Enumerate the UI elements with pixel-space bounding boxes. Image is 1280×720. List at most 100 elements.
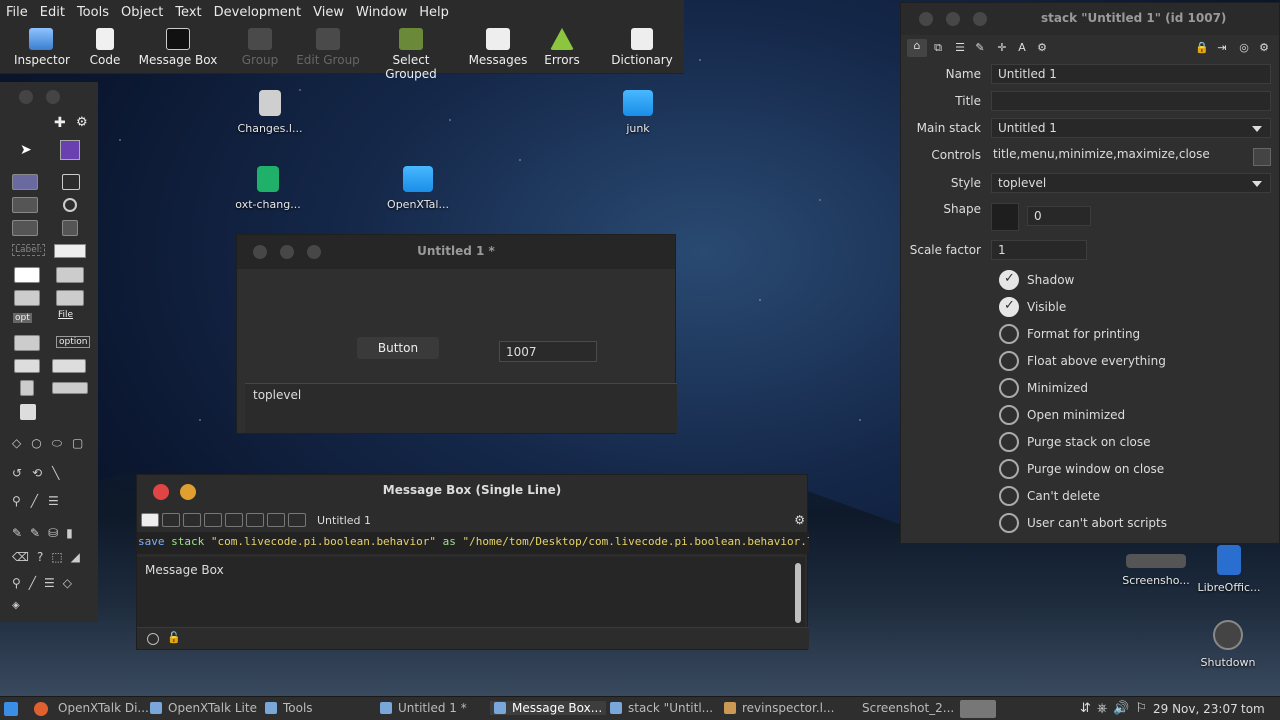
label-tool[interactable]: Label: (12, 244, 46, 256)
desktop-icon-oxt[interactable]: oxt-chang... (228, 166, 308, 211)
gear-icon[interactable]: ⚙ (794, 513, 805, 527)
checkbox-tool[interactable] (62, 174, 80, 190)
dictionary-button[interactable]: Dictionary (610, 28, 674, 67)
task-message-box[interactable]: Message Box... (490, 701, 607, 715)
target-icon[interactable] (147, 633, 159, 645)
tab-panel-tool[interactable] (14, 359, 40, 373)
home-icon[interactable]: ⌂ (907, 39, 927, 57)
menu-file[interactable]: File (0, 5, 34, 20)
code-button[interactable]: Code (88, 28, 122, 67)
edit-tool-icon[interactable] (60, 140, 80, 160)
command-input[interactable]: save stack "com.livecode.pi.boolean.beha… (137, 532, 809, 554)
global-properties-icon[interactable] (183, 513, 201, 527)
transparent-button-tool[interactable] (62, 220, 78, 236)
float-above-checkbox[interactable] (999, 351, 1019, 371)
erase-tools[interactable]: ⌫?⬚◢ (12, 550, 88, 564)
desktop-icon-junk[interactable]: junk (598, 90, 678, 135)
add-icon[interactable]: ✚ (54, 115, 66, 131)
group-button[interactable]: Group (240, 28, 280, 67)
cant-abort-checkbox[interactable] (999, 513, 1019, 533)
workspace-switcher[interactable] (960, 700, 996, 718)
shape-tools[interactable]: ◇○⬭▢ (12, 436, 93, 451)
palette-close-button[interactable] (19, 90, 33, 104)
scale-field[interactable]: 1 (991, 240, 1087, 260)
menu-window[interactable]: Window (350, 5, 413, 20)
slider-tool[interactable] (52, 382, 88, 394)
desktop-icon-screenshot[interactable]: Screensho... (1116, 548, 1196, 587)
palette-minimize-button[interactable] (46, 90, 60, 104)
minimize-button[interactable] (946, 12, 960, 26)
lock-icon[interactable]: 🔓 (167, 631, 181, 644)
layers-icon[interactable]: ☰ (953, 41, 967, 55)
message-output[interactable]: Message Box (137, 557, 805, 627)
file-menu-tool[interactable]: File (58, 310, 73, 320)
radio-tool[interactable] (63, 198, 77, 212)
combo-box-tool[interactable] (14, 335, 40, 351)
scrollbar-tool[interactable] (20, 380, 34, 396)
front-scripts-icon[interactable] (246, 513, 264, 527)
stack-button[interactable]: Button (357, 337, 439, 359)
shape-image-well[interactable] (991, 203, 1019, 231)
edit-group-button[interactable]: Edit Group (296, 28, 360, 67)
titlebar[interactable]: stack "Untitled 1" (id 1007) (901, 3, 1279, 35)
curve-tools[interactable]: ↺⟲╲ (12, 466, 69, 480)
cant-delete-checkbox[interactable] (999, 486, 1019, 506)
shadow-button-tool[interactable] (12, 220, 38, 236)
pointer-tool-icon[interactable]: ➤ (20, 142, 32, 158)
clock[interactable]: 29 Nov, 23:07 (1153, 702, 1238, 716)
multi-line-icon[interactable] (162, 513, 180, 527)
target-icon[interactable]: ◎ (1237, 41, 1251, 55)
pending-messages-icon[interactable] (225, 513, 243, 527)
option-menu-tool[interactable]: opt (13, 313, 32, 323)
menu-text[interactable]: Text (169, 5, 207, 20)
desktop-icon-libreoffice[interactable]: LibreOffic... (1189, 545, 1269, 594)
popup-option-tool[interactable]: option (56, 336, 91, 348)
rect-button-tool[interactable] (12, 197, 38, 213)
task-stack-untitled[interactable]: stack "Untitl... (610, 701, 713, 715)
gear-icon[interactable]: ⚙ (1257, 41, 1271, 55)
style-dropdown[interactable]: toplevel (991, 173, 1271, 193)
single-line-icon[interactable] (141, 513, 159, 527)
task-openxtalk-di[interactable]: OpenXTalk Di... (58, 701, 149, 715)
text-icon[interactable]: A (1015, 41, 1029, 55)
table-field-tool[interactable] (56, 267, 84, 283)
minimized-checkbox[interactable] (999, 378, 1019, 398)
task-revinspector[interactable]: revinspector.l... (724, 701, 834, 715)
tab-icon[interactable]: ⧉ (931, 41, 945, 55)
field-tool[interactable] (54, 244, 86, 258)
purge-stack-checkbox[interactable] (999, 432, 1019, 452)
mainstack-dropdown[interactable]: Untitled 1 (991, 118, 1271, 138)
menu-development[interactable]: Development (208, 5, 308, 20)
menu-help[interactable]: Help (413, 5, 455, 20)
firefox-icon[interactable] (34, 702, 48, 716)
start-menu-icon[interactable] (4, 702, 18, 716)
tray-icons[interactable]: ⇵⎈🔊⚐ (1080, 701, 1153, 716)
lasso-tool-icon[interactable]: ◈ (12, 600, 20, 611)
image-tool-icon[interactable] (20, 404, 36, 420)
stacks-in-use-icon[interactable] (288, 513, 306, 527)
global-variables-icon[interactable] (204, 513, 222, 527)
user-name[interactable]: tom (1241, 702, 1265, 716)
back-scripts-icon[interactable] (267, 513, 285, 527)
shape-field[interactable]: 0 (1027, 206, 1091, 226)
select-tools[interactable]: ⚲╱☰◇ (12, 576, 80, 590)
close-button[interactable] (919, 12, 933, 26)
errors-button[interactable]: Errors (540, 28, 584, 67)
id-field[interactable]: 1007 (499, 341, 597, 362)
controls-field[interactable]: title,menu,minimize,maximize,close (991, 145, 1247, 165)
draw-tools[interactable]: ⚲╱☰ (12, 494, 69, 508)
task-tools[interactable]: Tools (265, 701, 313, 715)
menu-tools[interactable]: Tools (71, 5, 115, 20)
open-minimized-checkbox[interactable] (999, 405, 1019, 425)
export-icon[interactable]: ⇥ (1215, 41, 1229, 55)
task-untitled-1[interactable]: Untitled 1 * (380, 701, 467, 715)
menu-view[interactable]: View (307, 5, 350, 20)
settings-icon[interactable]: ⚙ (1035, 41, 1049, 55)
message-box-button[interactable]: Message Box (138, 28, 218, 67)
style-field[interactable]: toplevel (245, 383, 677, 433)
task-screenshot[interactable]: Screenshot_2... (862, 701, 954, 715)
titlebar[interactable]: Untitled 1 * (237, 235, 675, 269)
visible-checkbox[interactable] (999, 297, 1019, 317)
gear-icon[interactable]: ⚙ (76, 115, 88, 130)
paint-tools[interactable]: ✎✎⛁▮ (12, 526, 81, 540)
